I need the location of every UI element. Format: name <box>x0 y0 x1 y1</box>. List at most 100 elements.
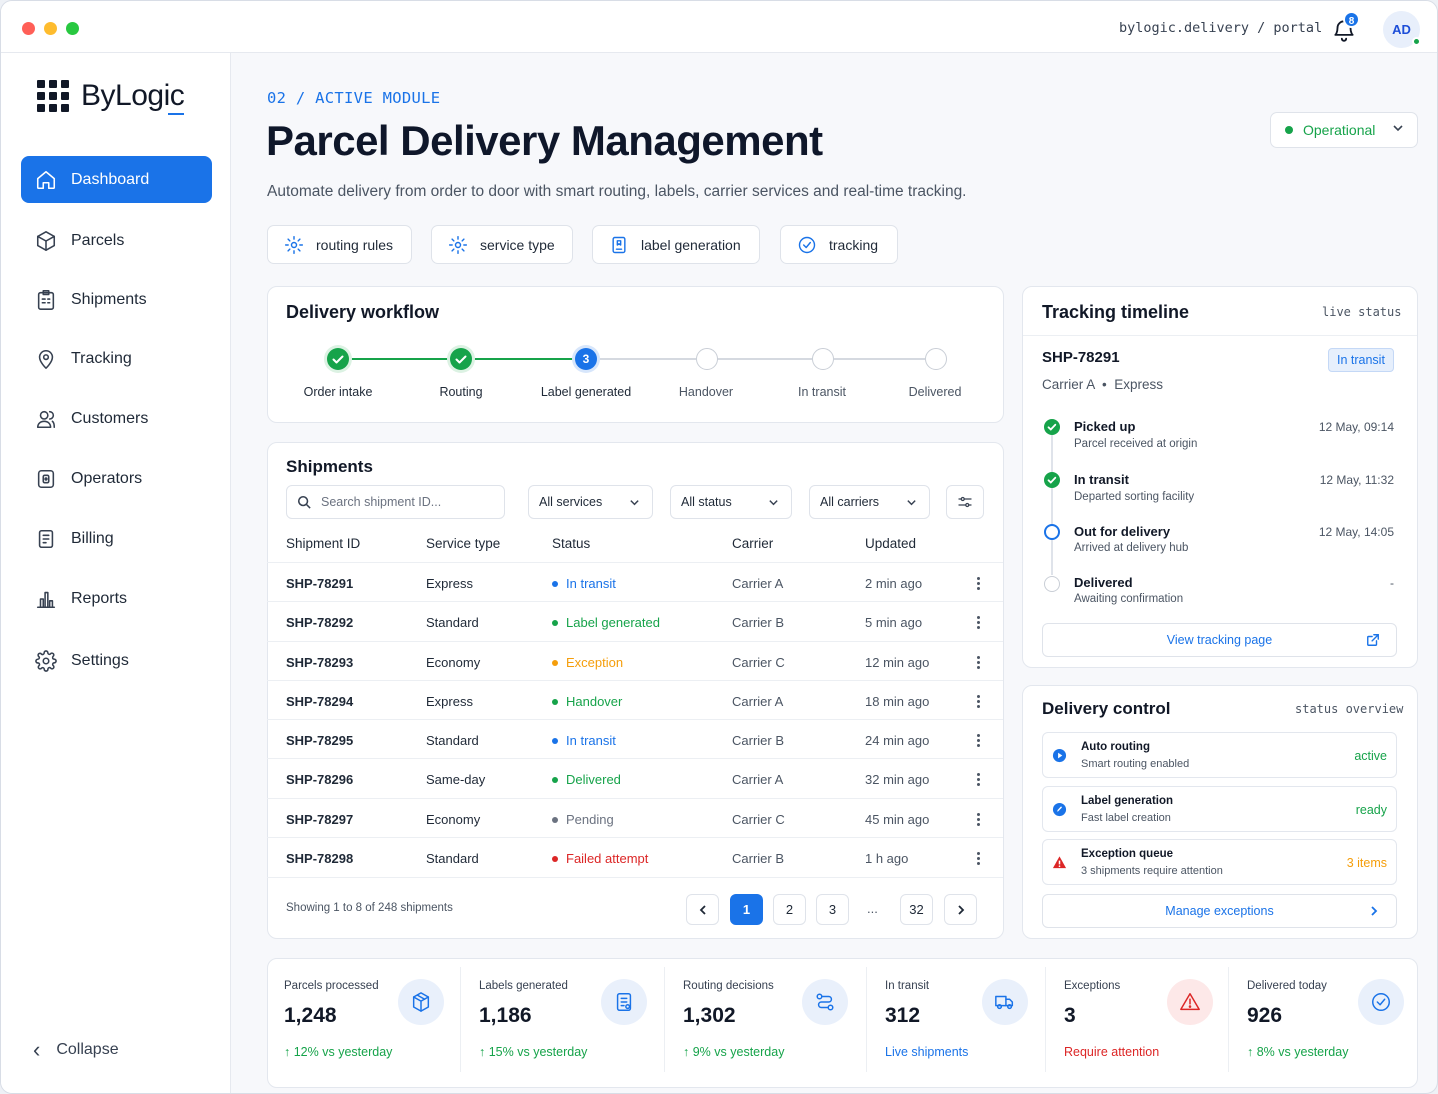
sidebar-item-shipments[interactable]: Shipments <box>21 276 212 323</box>
sidebar-item-tracking[interactable]: Tracking <box>21 335 212 382</box>
arrow-up-icon: ↑ <box>683 1045 693 1059</box>
timeline-event-sub: Arrived at delivery hub <box>1074 542 1189 554</box>
stat-label: Delivered today <box>1247 980 1327 992</box>
sidebar-item-label: Dashboard <box>71 170 150 188</box>
home-icon <box>36 170 56 189</box>
breadcrumb: 02 / ACTIVE MODULE <box>267 89 441 107</box>
gear-icon <box>35 649 57 672</box>
status-cell: In transit <box>552 576 616 591</box>
more-options-icon[interactable] <box>977 616 981 631</box>
workflow-connector <box>834 358 925 360</box>
logo-grid-icon <box>37 80 69 112</box>
column-header[interactable]: Status <box>552 536 590 551</box>
users-icon <box>36 410 56 428</box>
more-options-icon[interactable] <box>977 577 981 592</box>
more-options-icon[interactable] <box>977 852 981 867</box>
shipment-id-cell: SHP-78293 <box>286 655 354 670</box>
arrow-up-icon: ↑ <box>1247 1045 1257 1059</box>
more-options-icon[interactable] <box>977 813 981 828</box>
control-title: Label generation <box>1081 795 1174 807</box>
page-button[interactable]: 2 <box>773 894 806 925</box>
rocket-icon <box>1052 802 1067 817</box>
sidebar-item-dashboard[interactable]: Dashboard <box>21 156 212 203</box>
system-status-select[interactable]: Operational <box>1270 112 1418 148</box>
control-status: active <box>1354 749 1387 763</box>
sidebar-item-label: Customers <box>71 409 149 427</box>
updated-cell: 2 min ago <box>865 576 923 591</box>
workflow-step-label: Order intake <box>303 385 373 399</box>
collapse-label: Collapse <box>56 1041 119 1058</box>
sidebar-item-parcels[interactable]: Parcels <box>21 217 212 264</box>
column-header[interactable]: Updated <box>865 536 916 551</box>
view-tracking-page-button[interactable]: View tracking page <box>1042 623 1397 657</box>
stats-card <box>267 958 1418 1088</box>
manage-exceptions-button[interactable]: Manage exceptions <box>1042 894 1397 928</box>
control-title: Exception queue <box>1081 848 1174 860</box>
status-dot <box>552 777 558 783</box>
stat-delta: ↑ 8% vs yesterday <box>1247 1045 1348 1059</box>
check-icon <box>1044 419 1060 435</box>
label-icon <box>612 236 626 253</box>
label-generation-row[interactable]: Label generation Fast label creation rea… <box>1042 786 1397 832</box>
shipment-id-cell: SHP-78294 <box>286 694 354 709</box>
button-label: View tracking page <box>1166 633 1273 647</box>
updated-cell: 24 min ago <box>865 733 930 748</box>
live-status-tag: live status <box>1322 305 1402 319</box>
workflow-connector <box>717 358 812 360</box>
logo[interactable]: ByLogic <box>37 79 185 115</box>
close-window-button[interactable] <box>22 22 35 35</box>
auto-routing-row[interactable]: Auto routing Smart routing enabled activ… <box>1042 732 1397 778</box>
more-options-icon[interactable] <box>977 773 981 788</box>
service-filter-select[interactable]: All services <box>528 485 653 519</box>
chip-tracking[interactable]: tracking <box>780 225 898 264</box>
stat-delta: Require attention <box>1064 1045 1159 1059</box>
status-dot <box>552 660 558 666</box>
filter-settings-button[interactable] <box>946 485 984 519</box>
arrow-up-icon: ↑ <box>284 1045 294 1059</box>
chevron-right-icon <box>1371 906 1378 916</box>
portal-path: bylogic.delivery / portal <box>1119 20 1323 36</box>
collapse-sidebar-button[interactable]: ‹ Collapse <box>33 1037 119 1063</box>
updated-cell: 5 min ago <box>865 615 923 630</box>
sidebar-item-billing[interactable]: Billing <box>21 515 212 562</box>
status-filter-select[interactable]: All status <box>670 485 792 519</box>
carrier-filter-select[interactable]: All carriers <box>809 485 930 519</box>
next-page-button[interactable] <box>944 894 977 925</box>
workflow-step-label: Label generated <box>540 385 632 399</box>
filter-value: All services <box>539 495 603 509</box>
service-type-cell: Express <box>426 576 473 591</box>
chip-routing-rules[interactable]: routing rules <box>267 225 412 264</box>
chip-label-generation[interactable]: label generation <box>592 225 760 264</box>
sidebar-item-operators[interactable]: Operators <box>21 455 212 502</box>
status-dot <box>552 581 558 587</box>
shipment-id-cell: SHP-78291 <box>286 576 354 591</box>
sidebar-item-label: Parcels <box>71 231 125 249</box>
more-options-icon[interactable] <box>977 656 981 671</box>
sidebar-item-reports[interactable]: Reports <box>21 575 212 622</box>
chip-service-type[interactable]: service type <box>431 225 573 264</box>
row-divider <box>267 641 1003 642</box>
updated-cell: 1 h ago <box>865 851 909 866</box>
column-header[interactable]: Service type <box>426 536 500 551</box>
page-button[interactable]: 32 <box>900 894 933 925</box>
maximize-window-button[interactable] <box>66 22 79 35</box>
workflow-connector <box>472 358 574 360</box>
carrier-service-line: Carrier A • Express <box>1042 377 1164 392</box>
route-icon <box>802 979 848 1025</box>
more-options-icon[interactable] <box>977 695 981 710</box>
search-input[interactable]: Search shipment ID... <box>286 485 505 519</box>
previous-page-button[interactable] <box>686 894 719 925</box>
column-header[interactable]: Carrier <box>732 536 773 551</box>
button-label: Manage exceptions <box>1165 904 1274 918</box>
minimize-window-button[interactable] <box>44 22 57 35</box>
status-badge: In transit <box>1328 348 1394 372</box>
sidebar-item-label: Billing <box>71 529 114 547</box>
page-button[interactable]: 3 <box>816 894 849 925</box>
stat-value: 926 <box>1247 1004 1283 1027</box>
more-options-icon[interactable] <box>977 734 981 749</box>
page-button[interactable]: 1 <box>730 894 763 925</box>
sidebar-item-customers[interactable]: Customers <box>21 395 212 442</box>
sidebar-item-settings[interactable]: Settings <box>21 637 212 684</box>
column-header[interactable]: Shipment ID <box>286 536 360 551</box>
exception-queue-row[interactable]: Exception queue 3 shipments require atte… <box>1042 839 1397 885</box>
